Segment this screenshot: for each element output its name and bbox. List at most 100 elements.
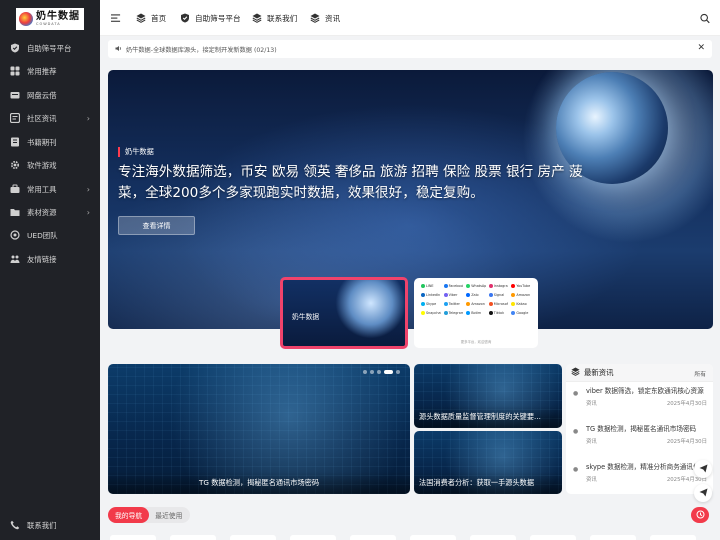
toolbox-icon: [10, 184, 20, 194]
news-item[interactable]: ● TG 数据检测，揭秘匿名通讯市场密码 资讯 2025年4月30日: [572, 424, 707, 445]
sidebar-item-materials[interactable]: 素材资源 ›: [0, 201, 100, 223]
view-details-button[interactable]: 查看详情: [118, 216, 195, 235]
sidebar-item-label: 社区资讯: [27, 113, 57, 123]
telegram-float-button[interactable]: [694, 460, 712, 478]
sidebar-item-ued[interactable]: UED团队: [0, 224, 100, 246]
sidebar-item-recommend[interactable]: 常用推荐: [0, 60, 100, 82]
hamburger-icon: [111, 13, 121, 23]
platform-logo: Signal: [488, 292, 509, 298]
sidebar-item-screening[interactable]: 自助筛号平台: [0, 37, 100, 59]
sidebar-item-label: 联系我们: [27, 520, 57, 530]
platform-logo-label: Google: [516, 311, 529, 315]
news-header: 最新资讯: [566, 364, 713, 382]
platform-logo-label: YouTube: [516, 284, 531, 288]
feature-card-small-1[interactable]: 源头数据质量监督管理制度的关键要...: [414, 364, 562, 428]
card-caption: 法国消费者分析：获取一手源头数据: [414, 472, 562, 494]
search-icon: [700, 13, 710, 23]
nav-screening[interactable]: 自助筛号平台: [180, 0, 241, 36]
nav-card-stub: [350, 535, 396, 540]
menu-toggle[interactable]: [111, 0, 121, 36]
platform-logo: YouTube: [511, 283, 531, 289]
nav-card-stub: [650, 535, 696, 540]
platform-logo-label: Twitter: [448, 302, 460, 306]
nav-card-stub: [230, 535, 276, 540]
news-all-link[interactable]: 所有: [694, 369, 706, 378]
sidebar-item-label: 常用推荐: [27, 66, 57, 76]
nav-card-stub: [170, 535, 216, 540]
platform-logo: Telegram: [443, 310, 463, 316]
community-icon: [10, 113, 20, 123]
site-logo[interactable]: 奶牛数据 COWDATA: [16, 8, 84, 30]
platform-logo: Botim: [466, 310, 486, 316]
sidebar-contact[interactable]: 联系我们: [0, 514, 100, 536]
nav-card-stub: [470, 535, 516, 540]
platform-logo: Google: [511, 310, 531, 316]
thumbnail-footer: 更多平台，欢迎咨询: [460, 340, 492, 344]
notice-bar[interactable]: 奶牛数据-全球数据库源头，接定制开发新数据 (02/13) ✕: [108, 40, 712, 58]
sidebar-item-tools[interactable]: 常用工具 ›: [0, 178, 100, 200]
platform-logo-label: Facebook: [448, 284, 464, 288]
nav-card-stub: [530, 535, 576, 540]
hero-tag-label: 奶牛数据: [125, 147, 154, 156]
news-item-category: 资讯: [586, 401, 597, 407]
platform-logo: WhatsApp: [466, 283, 486, 289]
sidebar-item-cloud[interactable]: 网盘云借: [0, 84, 100, 106]
sidebar-item-links[interactable]: 友情链接: [0, 248, 100, 270]
news-item-title[interactable]: viber 数据筛选，锁定东欧通讯核心资源: [586, 387, 704, 395]
shield-check-icon: [10, 43, 20, 53]
search-button[interactable]: [700, 0, 710, 36]
top-bar: 首页 自助筛号平台 联系我们 资讯: [100, 0, 720, 36]
platform-logo-label: Zalo: [471, 293, 479, 297]
platform-logo: Zalo: [466, 292, 486, 298]
carousel-dots[interactable]: [363, 370, 400, 374]
platform-logo-label: LINE: [426, 284, 434, 288]
sidebar-item-label: 自助筛号平台: [27, 43, 72, 53]
hero-banner[interactable]: 奶牛数据 专注海外数据筛选，币安 欧易 领英 奢侈品 旅游 招聘 保险 股票 银…: [108, 70, 713, 329]
sidebar: 奶牛数据 COWDATA 自助筛号平台 常用推荐 网盘云借 社区资讯 › 书籍期…: [0, 0, 100, 540]
nav-contact[interactable]: 联系我们: [252, 0, 297, 36]
notice-text[interactable]: 奶牛数据-全球数据库源头，接定制开发新数据 (02/13): [126, 45, 277, 54]
hero-tag: 奶牛数据: [118, 147, 154, 157]
platform-logo-label: Instagram: [493, 284, 509, 288]
nav-home[interactable]: 首页: [136, 0, 166, 36]
phone-icon: [10, 520, 20, 530]
platform-logo-label: WhatsApp: [471, 284, 486, 288]
tab-my-nav[interactable]: 我的导航: [108, 507, 150, 523]
feature-card-large[interactable]: TG 数据检测，揭秘匿名通讯市场密码: [108, 364, 410, 494]
hero-thumbnail-active[interactable]: 奶牛数据: [280, 277, 408, 349]
feature-card-small-2[interactable]: 法国消费者分析：获取一手源头数据: [414, 431, 562, 494]
platform-logo: Microsoft: [488, 301, 509, 307]
folder-icon: [10, 207, 20, 217]
sidebar-item-label: 软件游戏: [27, 160, 57, 170]
platform-logo-label: Snapchat: [426, 311, 441, 315]
news-item[interactable]: ● skype 数据检测，精准分析商务通讯价值 资讯 2025年4月30日: [572, 462, 707, 483]
nav-tabs: 我的导航 最近使用: [108, 507, 190, 523]
close-icon[interactable]: ✕: [697, 43, 705, 53]
card-caption: 源头数据质量监督管理制度的关键要...: [414, 406, 562, 428]
news-item-title[interactable]: TG 数据检测，揭秘匿名通讯市场密码: [586, 425, 696, 433]
hero-thumbnail-platforms[interactable]: LINE Facebook WhatsApp Instagram YouTube Link…: [414, 278, 538, 348]
nav-label: 联系我们: [267, 13, 298, 23]
platform-logo-label: Microsoft: [493, 302, 509, 306]
history-button[interactable]: [691, 507, 709, 523]
news-item-category: 资讯: [586, 439, 597, 445]
platform-logo: Facebook: [443, 283, 464, 289]
nav-label: 资讯: [325, 13, 341, 23]
speaker-icon: [115, 45, 122, 54]
nav-news[interactable]: 资讯: [310, 0, 340, 36]
logo-mark: [19, 12, 33, 26]
news-item-title[interactable]: skype 数据检测，精准分析商务通讯价值: [586, 463, 706, 471]
sidebar-item-books[interactable]: 书籍期刊: [0, 131, 100, 153]
sidebar-item-label: 网盘云借: [27, 90, 57, 100]
sidebar-item-community[interactable]: 社区资讯 ›: [0, 107, 100, 129]
platform-logo-label: Amazon: [471, 302, 485, 306]
news-item[interactable]: ● viber 数据筛选，锁定东欧通讯核心资源 资讯 2025年4月30日: [572, 386, 707, 407]
nav-card-stub: [590, 535, 636, 540]
telegram-float-button-2[interactable]: [694, 484, 712, 502]
sidebar-item-software[interactable]: 软件游戏: [0, 154, 100, 176]
layers-icon: [252, 13, 262, 23]
platform-logo-label: Signal: [493, 293, 505, 297]
book-icon: [10, 137, 20, 147]
tab-recent[interactable]: 最近使用: [149, 510, 182, 520]
platform-logo: LINE: [421, 283, 441, 289]
